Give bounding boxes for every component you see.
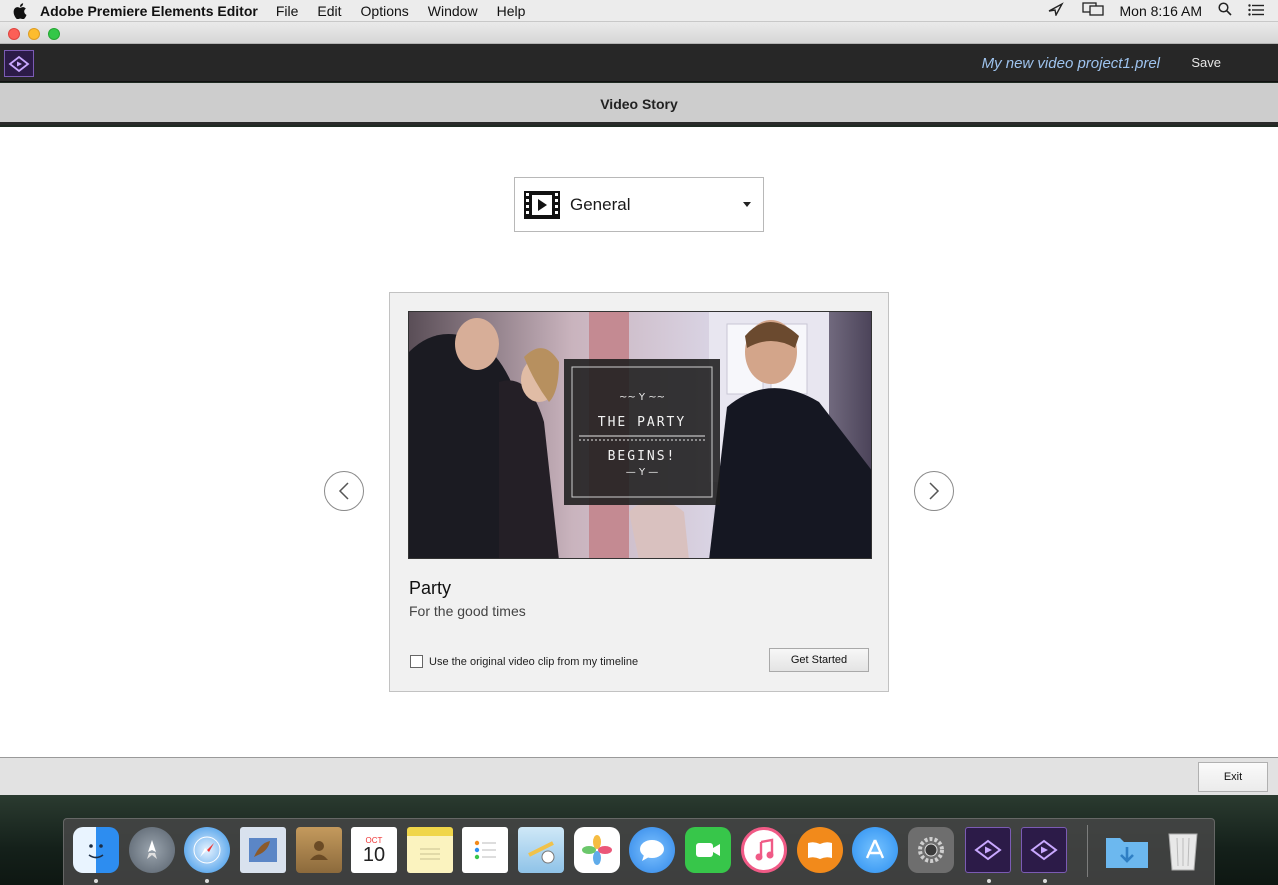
preview-text-line1: THE PARTY [598, 415, 686, 430]
launchpad-icon[interactable] [129, 827, 175, 873]
organizer-running-indicator [1043, 879, 1047, 883]
itunes-icon[interactable] [741, 827, 787, 873]
safari-icon[interactable] [184, 827, 230, 873]
mail-icon[interactable] [240, 827, 286, 873]
notification-center-icon[interactable] [1248, 3, 1264, 19]
app-menu[interactable]: Adobe Premiere Elements Editor [40, 3, 258, 19]
use-original-clip-label[interactable]: Use the original video clip from my time… [429, 656, 638, 668]
menu-edit[interactable]: Edit [317, 3, 341, 19]
menu-file[interactable]: File [276, 3, 299, 19]
preview-text-line2: BEGINS! [608, 449, 677, 464]
previous-story-button[interactable] [324, 471, 364, 511]
apple-menu-icon[interactable] [0, 0, 40, 22]
photos-icon[interactable] [574, 827, 620, 873]
next-story-button[interactable] [914, 471, 954, 511]
contacts-icon[interactable] [296, 827, 342, 873]
maps-icon[interactable] [518, 827, 564, 873]
dock: OCT 10 [63, 818, 1215, 885]
ibooks-icon[interactable] [797, 827, 843, 873]
story-card: ~~ Y ~~ THE PARTY BEGINS! — Y — Party Fo… [389, 292, 889, 692]
exit-button[interactable]: Exit [1198, 762, 1268, 792]
svg-text:~~ Y ~~: ~~ Y ~~ [619, 392, 665, 403]
dock-separator [1087, 825, 1088, 877]
facetime-icon[interactable] [685, 827, 731, 873]
film-strip-icon [524, 190, 560, 219]
page-title: Video Story [0, 83, 1278, 125]
menu-window[interactable]: Window [428, 3, 478, 19]
chevron-left-icon [338, 482, 349, 500]
app-store-icon[interactable] [852, 827, 898, 873]
airplay-icon[interactable] [1048, 2, 1066, 19]
calendar-icon[interactable]: OCT 10 [351, 827, 397, 873]
project-name: My new video project1.prel [981, 55, 1160, 72]
save-button[interactable]: Save [1191, 55, 1221, 70]
theme-category-dropdown[interactable]: General [514, 177, 764, 232]
menu-help[interactable]: Help [497, 3, 526, 19]
messages-icon[interactable] [629, 827, 675, 873]
footer-bar: Exit [0, 757, 1278, 795]
menu-bar: Adobe Premiere Elements Editor File Edit… [0, 0, 1278, 22]
zoom-window-button[interactable] [48, 28, 60, 40]
svg-text:— Y —: — Y — [626, 467, 658, 478]
story-subtitle: For the good times [409, 603, 526, 619]
premiere-elements-icon[interactable] [965, 827, 1011, 873]
notes-icon[interactable] [407, 827, 453, 873]
premiere-elements-organizer-icon[interactable] [1021, 827, 1067, 873]
spotlight-search-icon[interactable] [1218, 2, 1232, 19]
finder-icon[interactable] [73, 827, 119, 873]
finder-running-indicator [94, 879, 98, 883]
menu-options[interactable]: Options [361, 3, 409, 19]
downloads-folder-icon[interactable] [1104, 827, 1150, 873]
app-toolbar: My new video project1.prel Save [0, 44, 1278, 82]
trash-icon[interactable] [1160, 827, 1206, 873]
premiere-elements-logo-icon[interactable] [4, 50, 34, 77]
use-original-clip-option: Use the original video clip from my time… [410, 655, 638, 668]
system-preferences-icon[interactable] [908, 827, 954, 873]
chevron-right-icon [929, 482, 940, 500]
story-title: Party [409, 578, 452, 598]
close-window-button[interactable] [8, 28, 20, 40]
chevron-down-icon [743, 202, 751, 207]
reminders-icon[interactable] [462, 827, 508, 873]
use-original-clip-checkbox[interactable] [410, 655, 423, 668]
window-title-bar [0, 22, 1278, 44]
story-preview-image[interactable]: ~~ Y ~~ THE PARTY BEGINS! — Y — [408, 311, 872, 559]
clock[interactable]: Mon 8:16 AM [1120, 3, 1203, 19]
display-mirroring-icon[interactable] [1081, 2, 1104, 19]
safari-running-indicator [205, 879, 209, 883]
video-story-panel: General ~~ Y ~~ THE PARTY BEGINS! — Y — … [0, 127, 1278, 757]
premiere-running-indicator [987, 879, 991, 883]
calendar-day: 10 [362, 843, 386, 866]
get-started-button[interactable]: Get Started [769, 648, 869, 672]
theme-category-value: General [570, 194, 631, 214]
minimize-window-button[interactable] [28, 28, 40, 40]
